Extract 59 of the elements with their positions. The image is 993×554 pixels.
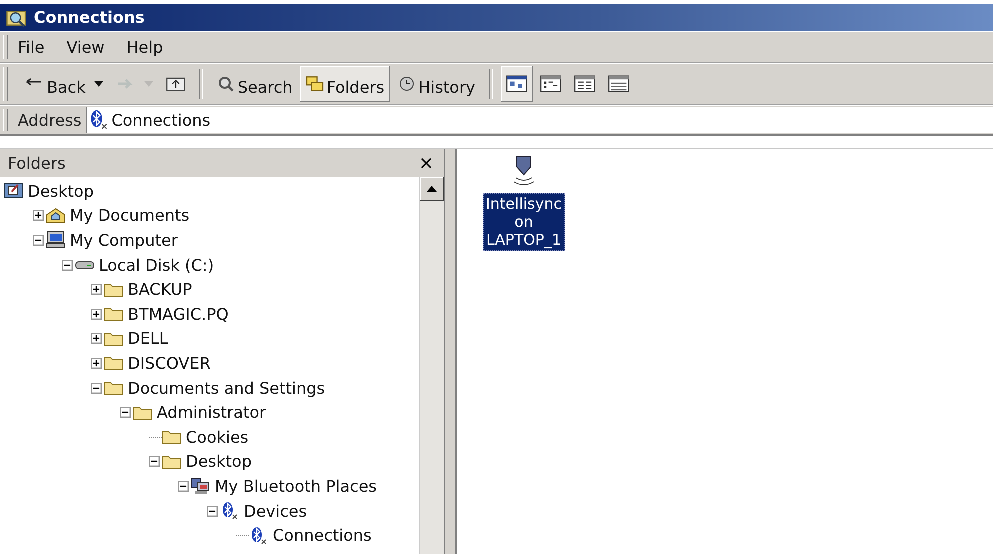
pane-title: Folders <box>8 154 66 172</box>
expand-icon[interactable] <box>33 210 44 222</box>
large-icons-icon <box>506 75 528 93</box>
list-icon <box>574 75 596 93</box>
expand-icon[interactable] <box>91 358 102 369</box>
collapse-icon[interactable] <box>33 234 44 246</box>
tree-item[interactable]: Documents and Settings <box>128 378 326 398</box>
tree-item[interactable]: My Computer <box>70 230 178 250</box>
tree-item[interactable]: Local Disk (C:) <box>99 256 214 275</box>
menu-item[interactable]: File <box>18 38 45 56</box>
address-field[interactable]: Connections <box>86 107 993 133</box>
tree-item[interactable]: Desktop <box>186 452 252 472</box>
up-arrow-icon <box>427 186 437 192</box>
view-button[interactable] <box>500 66 533 102</box>
collapse-icon[interactable] <box>149 456 160 468</box>
collapse-icon[interactable] <box>178 480 189 492</box>
back-button[interactable]: Back <box>20 66 109 102</box>
tree-item[interactable]: My Documents <box>70 206 190 226</box>
caret-icon <box>144 81 154 87</box>
tree-item[interactable]: DELL <box>128 329 168 348</box>
expand-icon[interactable] <box>91 333 102 344</box>
collapse-icon[interactable] <box>91 382 102 394</box>
bluetooth-icon <box>249 526 269 545</box>
tree-item[interactable]: Cookies <box>186 428 249 447</box>
bluetooth-icon <box>90 110 108 130</box>
computers-network-icon <box>191 477 211 496</box>
expand-icon[interactable] <box>91 308 102 320</box>
collapse-icon[interactable] <box>62 260 73 271</box>
tree-item[interactable]: My Bluetooth Places <box>215 476 377 496</box>
tree-item[interactable]: Connections <box>273 526 372 546</box>
address-label: Address <box>18 110 82 130</box>
scroll-up-button[interactable] <box>420 177 444 201</box>
menu-item[interactable]: Help <box>126 38 164 56</box>
collapse-icon[interactable] <box>120 407 131 418</box>
scrollbar[interactable] <box>419 177 444 554</box>
device-name[interactable]: Intellisync on LAPTOP_1 <box>483 193 565 251</box>
collapse-icon[interactable] <box>207 506 218 517</box>
tree-item[interactable]: Desktop <box>28 182 94 201</box>
tree-item[interactable]: BACKUP <box>128 280 192 300</box>
history-button[interactable]: History <box>392 66 481 102</box>
caret-icon <box>94 81 104 87</box>
computer-icon <box>46 231 66 250</box>
folders-button[interactable]: Folders <box>300 66 390 102</box>
tree-item[interactable]: Administrator <box>157 403 266 422</box>
tree-item[interactable]: Devices <box>244 502 308 521</box>
tree-item[interactable]: DISCOVER <box>128 354 211 373</box>
bluetooth-icon <box>220 502 240 520</box>
desktop-icon <box>4 182 24 200</box>
menu-item[interactable]: View <box>66 38 105 56</box>
small-icons-icon <box>540 75 562 93</box>
details-icon <box>608 75 630 93</box>
folders-icon <box>304 76 325 92</box>
folder-up-icon <box>166 76 186 92</box>
expand-icon[interactable] <box>91 284 102 296</box>
folder-house-icon <box>46 206 66 225</box>
window-title: Connections <box>34 8 145 27</box>
close-button[interactable]: × <box>416 152 436 174</box>
tree-item[interactable]: BTMAGIC.PQ <box>128 304 229 324</box>
search-button[interactable]: Search <box>210 66 298 102</box>
